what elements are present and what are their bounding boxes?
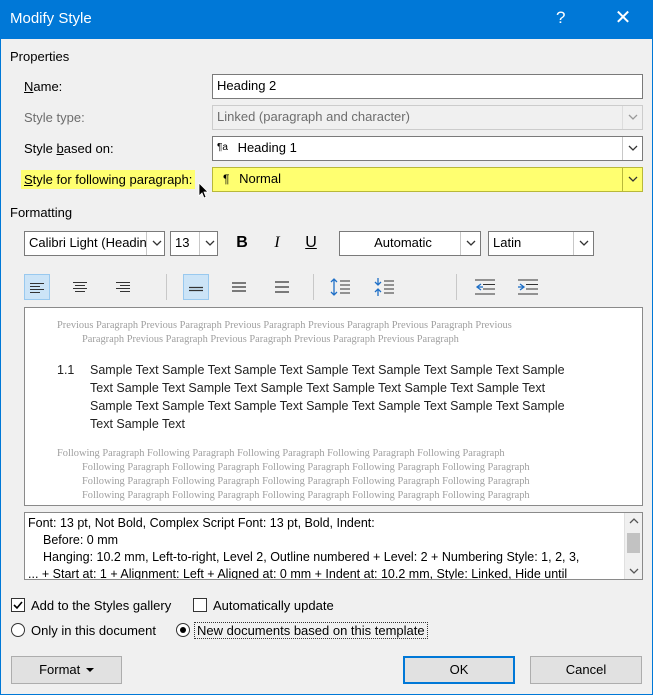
chevron-down-icon — [622, 106, 642, 129]
following-paragraph-label: Style for following paragraph: — [21, 170, 196, 189]
increase-paragraph-spacing-button[interactable] — [327, 274, 353, 300]
double-spacing-button[interactable] — [269, 274, 295, 300]
align-right-icon — [116, 282, 130, 292]
underline-button[interactable]: U — [298, 230, 324, 256]
preview-sample-line: Sample Text Sample Text Sample Text Samp… — [90, 363, 565, 377]
align-center-icon — [73, 282, 87, 292]
decrease-paragraph-spacing-button[interactable] — [371, 274, 397, 300]
double-spacing-icon — [275, 281, 289, 293]
preview-sample-line: Text Sample Text Sample Text Sample Text… — [90, 381, 546, 395]
single-spacing-button[interactable] — [183, 274, 209, 300]
scroll-down-icon — [629, 568, 639, 574]
add-to-gallery-checkbox[interactable] — [11, 598, 25, 612]
preview-sample-line: Text Sample Text — [90, 417, 185, 431]
single-spacing-icon — [189, 286, 203, 292]
new-documents-label[interactable]: New documents based on this template — [194, 622, 428, 639]
scroll-up-icon — [629, 518, 639, 524]
new-documents-radio[interactable] — [176, 623, 190, 637]
toolbar-separator — [313, 274, 314, 300]
style-description: Font: 13 pt, Not Bold, Complex Script Fo… — [24, 512, 643, 580]
following-paragraph-select[interactable]: ¶ Normal — [212, 167, 643, 192]
chevron-down-icon[interactable] — [622, 137, 642, 160]
one-half-spacing-icon — [232, 282, 246, 292]
paragraph-mark-icon: ¶ — [223, 172, 230, 186]
decrease-indent-icon — [475, 279, 495, 295]
chevron-down-icon[interactable] — [573, 232, 593, 255]
preview-following-line: Following Paragraph Following Paragraph … — [82, 462, 530, 473]
style-type-select: Linked (paragraph and character) — [212, 105, 643, 130]
formatting-section-label: Formatting — [10, 205, 73, 220]
only-this-document-radio[interactable] — [11, 623, 25, 637]
name-label: Name: — [24, 79, 63, 94]
add-to-gallery-label[interactable]: Add to the Styles gallery — [31, 598, 171, 613]
one-half-spacing-button[interactable] — [226, 274, 252, 300]
style-preview: Previous Paragraph Previous Paragraph Pr… — [24, 307, 643, 506]
description-line: Hanging: 10.2 mm, Left-to-right, Level 2… — [43, 550, 580, 564]
preview-number: 1.1 — [57, 363, 75, 377]
font-select[interactable]: Calibri Light (Headin — [24, 231, 165, 256]
close-button[interactable]: ✕ — [608, 5, 638, 33]
italic-button[interactable]: I — [264, 230, 290, 256]
toolbar-separator — [456, 274, 457, 300]
script-select[interactable]: Latin — [488, 231, 594, 256]
ok-button[interactable]: OK — [403, 656, 515, 684]
align-right-button[interactable] — [110, 274, 136, 300]
align-left-icon — [30, 283, 44, 293]
linked-style-icon: ¶a — [217, 142, 228, 153]
preview-previous-line: Previous Paragraph Previous Paragraph Pr… — [57, 320, 512, 331]
format-button[interactable]: Format — [11, 656, 122, 684]
preview-following-line: Following Paragraph Following Paragraph … — [57, 448, 505, 459]
increase-spacing-icon — [330, 278, 350, 296]
help-button[interactable]: ? — [556, 8, 565, 28]
auto-update-label[interactable]: Automatically update — [213, 598, 334, 613]
preview-previous-line: Paragraph Previous Paragraph Previous Pa… — [82, 334, 459, 345]
preview-sample-line: Sample Text Sample Text Sample Text Samp… — [90, 399, 565, 413]
cancel-button[interactable]: Cancel — [530, 656, 642, 684]
dropdown-arrow-icon — [85, 668, 94, 673]
properties-section-label: Properties — [10, 49, 70, 64]
decrease-spacing-icon — [374, 278, 394, 296]
checkmark-icon — [13, 601, 23, 610]
font-size-select[interactable]: 13 — [170, 231, 218, 256]
increase-indent-button[interactable] — [515, 274, 541, 300]
based-on-select[interactable]: ¶a Heading 1 — [212, 136, 643, 161]
chevron-down-icon[interactable] — [622, 168, 642, 191]
style-type-label: Style type: — [24, 110, 85, 125]
auto-update-checkbox[interactable] — [193, 598, 207, 612]
align-center-button[interactable] — [67, 274, 93, 300]
increase-indent-icon — [518, 279, 538, 295]
chevron-down-icon[interactable] — [146, 232, 164, 255]
description-scrollbar[interactable] — [624, 513, 642, 579]
based-on-label: Style based on: — [24, 141, 114, 156]
preview-following-line: Following Paragraph Following Paragraph … — [82, 476, 530, 487]
description-line: ... + Start at: 1 + Alignment: Left + Al… — [28, 567, 568, 580]
chevron-down-icon[interactable] — [199, 232, 217, 255]
mouse-cursor-icon — [198, 182, 209, 199]
name-input[interactable]: Heading 2 — [212, 74, 643, 99]
only-this-document-label[interactable]: Only in this document — [31, 623, 156, 638]
description-line: Before: 0 mm — [43, 533, 119, 547]
chevron-down-icon[interactable] — [460, 232, 480, 255]
toolbar-separator — [166, 274, 167, 300]
description-line: Font: 13 pt, Not Bold, Complex Script Fo… — [28, 516, 375, 530]
font-color-select[interactable]: Automatic — [339, 231, 481, 256]
scrollbar-thumb[interactable] — [627, 533, 640, 553]
preview-following-line: Following Paragraph Following Paragraph … — [82, 490, 530, 501]
title-bar: Modify Style ? ✕ — [0, 0, 653, 39]
decrease-indent-button[interactable] — [472, 274, 498, 300]
bold-button[interactable]: B — [229, 230, 255, 256]
align-left-button[interactable] — [24, 274, 50, 300]
window-title: Modify Style — [10, 10, 92, 27]
